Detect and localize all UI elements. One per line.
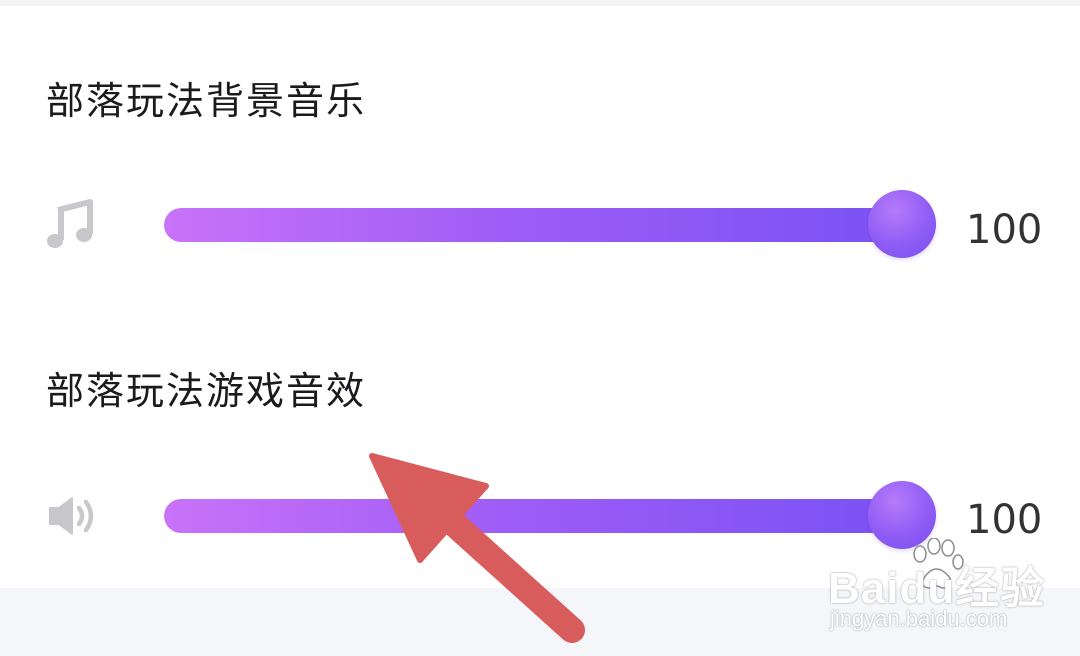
background-music-title: 部落玩法背景音乐 <box>46 79 367 123</box>
baidu-jingyan-watermark: Baidu经验 jingyan.baidu.com <box>828 538 1058 638</box>
slider-track[interactable] <box>164 499 936 533</box>
slider-track[interactable] <box>164 208 936 242</box>
slider-thumb[interactable] <box>868 190 936 258</box>
background-music-value: 100 <box>966 207 1043 253</box>
watermark-url: jingyan.baidu.com <box>830 606 1008 631</box>
speaker-icon <box>44 490 100 542</box>
music-note-icon <box>44 198 100 250</box>
sound-effects-value: 100 <box>966 497 1043 543</box>
top-divider <box>0 0 1080 6</box>
sound-effects-slider[interactable] <box>164 481 936 551</box>
sound-effects-title: 部落玩法游戏音效 <box>46 369 367 413</box>
background-music-slider[interactable] <box>164 190 936 260</box>
slider-fill <box>164 499 936 533</box>
slider-fill <box>164 208 936 242</box>
